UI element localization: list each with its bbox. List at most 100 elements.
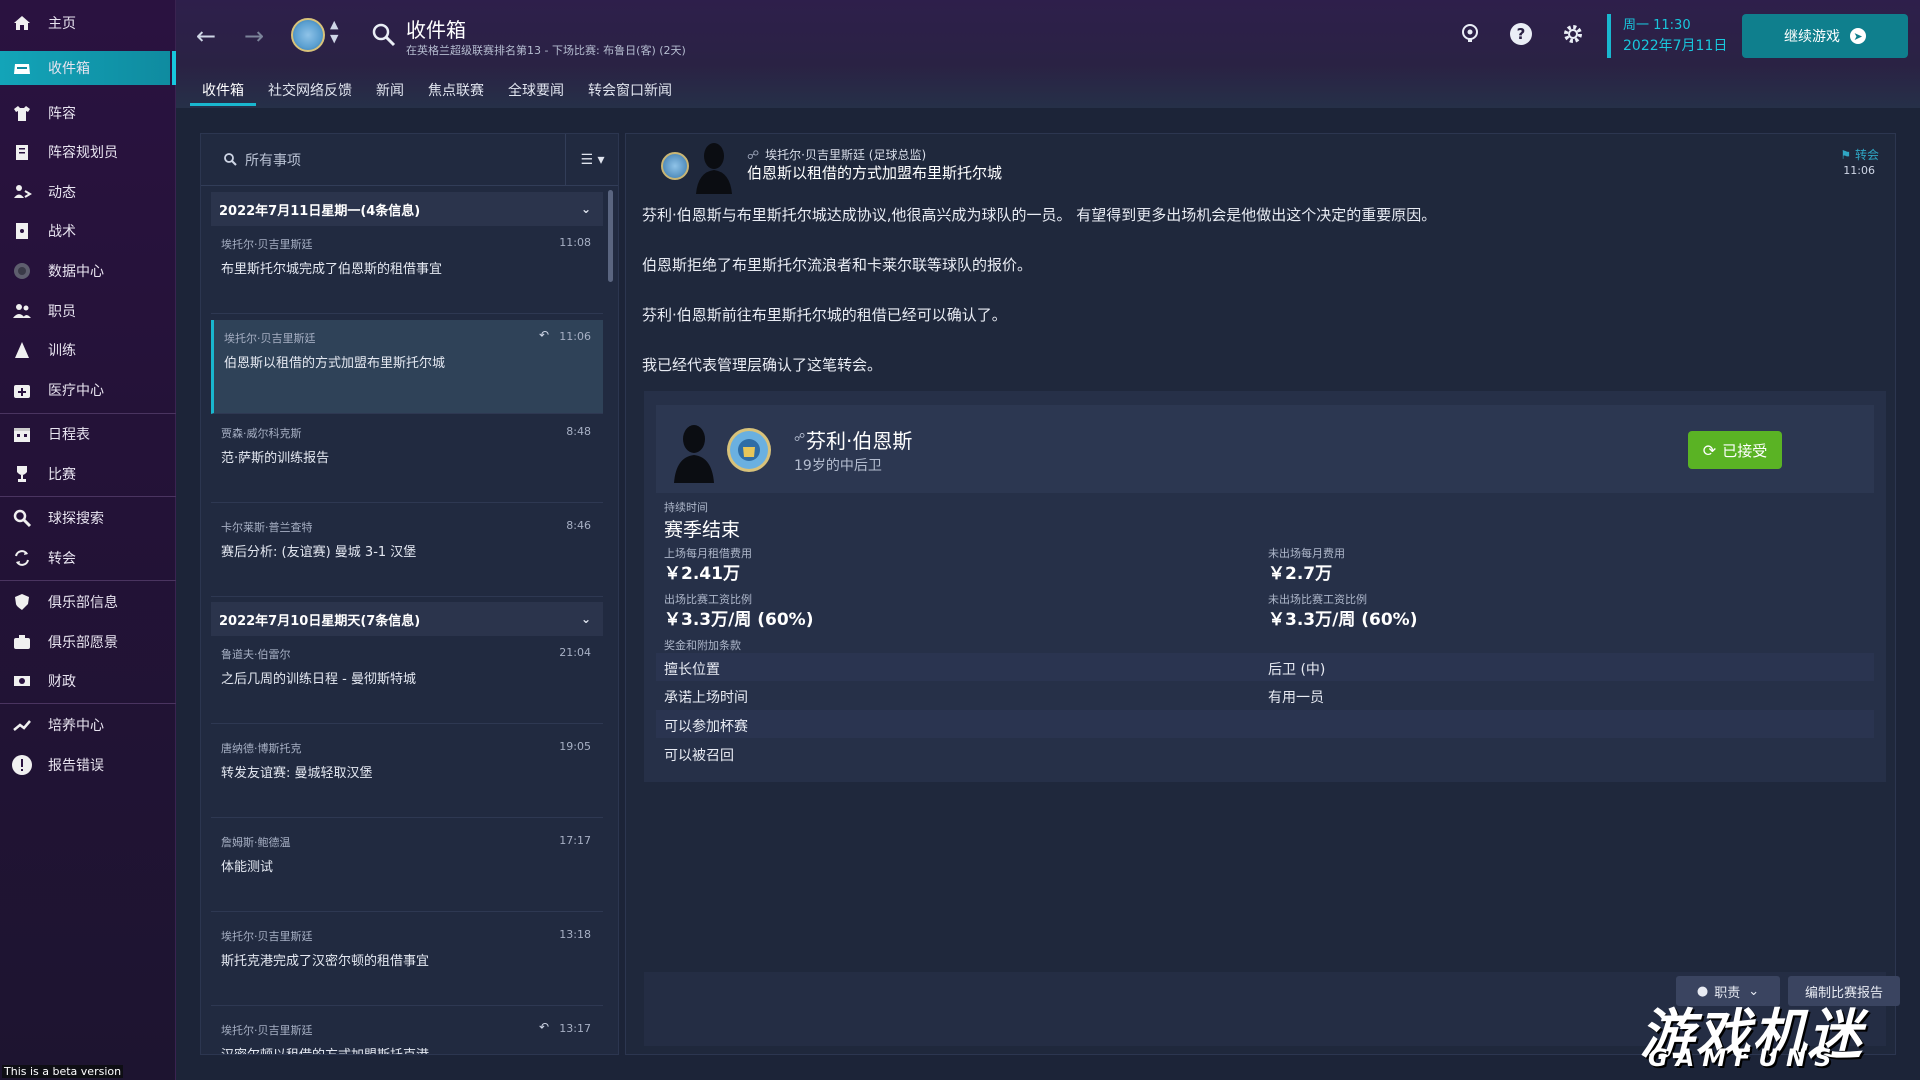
list-item[interactable]: 鲁道夫·伯雷尔 21:04 之后几周的训练日程 - 曼彻斯特城 — [211, 636, 603, 724]
message-time: 11:06 — [559, 330, 591, 343]
player-description: 19岁的中后卫 — [794, 458, 882, 474]
tab-inbox[interactable]: 收件箱 — [190, 76, 256, 106]
wage-value: ￥3.3万/周 (60%) — [664, 610, 814, 630]
message-sender: 卡尔莱斯·普兰查特 — [221, 521, 313, 534]
sidebar-item-label: 转会 — [48, 551, 76, 567]
player-name[interactable]: 芬利·伯恩斯 — [806, 425, 912, 454]
tab-transfer-news[interactable]: 转会窗口新闻 — [576, 76, 684, 106]
sidebar-item-medical[interactable]: 医疗中心 — [0, 373, 176, 407]
list-item-selected[interactable]: 埃托尔·贝吉里斯廷 ↶ 11:06 伯恩斯以租借的方式加盟布里斯托尔城 — [211, 320, 603, 414]
list-menu-button[interactable]: ☰ ▾ — [565, 134, 618, 186]
sidebar-item-label: 阵容规划员 — [48, 145, 118, 161]
sidebar-item-label: 训练 — [48, 343, 76, 359]
inbox-list: 所有事项 ☰ ▾ 2022年7月11日星期一(4条信息) ⌄ 埃托尔·贝吉里斯廷… — [200, 133, 619, 1055]
continue-label: 继续游戏 — [1784, 29, 1840, 45]
message-subject: 伯恩斯以租借的方式加盟布里斯托尔城 — [224, 356, 446, 371]
beta-notice: This is a beta version — [2, 1065, 124, 1078]
sidebar-item-club-vision[interactable]: 俱乐部愿景 — [0, 625, 176, 659]
message-sender: 鲁道夫·伯雷尔 — [221, 648, 291, 661]
list-item[interactable]: 唐纳德·博斯托克 19:05 转发友谊赛: 曼城轻取汉堡 — [211, 730, 603, 818]
accepted-button[interactable]: ⟳ 已接受 — [1688, 431, 1782, 469]
watermark-subtext: GAMFUNS — [1648, 1044, 1840, 1072]
sidebar-item-dynamics[interactable]: 动态 — [0, 175, 176, 209]
list-item[interactable]: 埃托尔·贝吉里斯廷 11:08 布里斯托尔城完成了伯恩斯的租借事宜 — [211, 226, 603, 314]
message-header: ☍ 埃托尔·贝吉里斯廷 (足球总监) 伯恩斯以租借的方式加盟布里斯托尔城 ⚑ 转会… — [626, 134, 1897, 194]
tab-social[interactable]: 社交网络反馈 — [256, 76, 364, 106]
sidebar-item-transfers[interactable]: 转会 — [0, 541, 176, 575]
transfer-tag[interactable]: ⚑ 转会 — [1840, 146, 1879, 163]
sidebar-item-label: 培养中心 — [48, 718, 104, 734]
shield-icon — [10, 590, 34, 614]
sidebar-item-staff[interactable]: 职员 — [0, 294, 176, 328]
sidebar-item-club-info[interactable]: 俱乐部信息 — [0, 585, 176, 619]
sidebar-item-squad[interactable]: 阵容 — [0, 96, 176, 130]
message-sender: 埃托尔·贝吉里斯廷 — [221, 238, 313, 251]
sidebar-item-matches[interactable]: 比赛 — [0, 457, 176, 491]
group-heading: 2022年7月11日星期一(4条信息) — [219, 203, 421, 219]
message-sender-line[interactable]: ☍ 埃托尔·贝吉里斯廷 (足球总监) — [747, 146, 926, 163]
date-group-header[interactable]: 2022年7月10日星期天(7条信息) ⌄ — [211, 602, 603, 636]
tab-focus-league[interactable]: 焦点联赛 — [416, 76, 496, 106]
tab-world-news[interactable]: 全球要闻 — [496, 76, 576, 106]
player-avatar[interactable] — [670, 419, 718, 483]
sidebar-item-scouting[interactable]: 球探搜索 — [0, 501, 176, 535]
message-sender: 詹姆斯·鲍德温 — [221, 836, 291, 849]
message-subject: 体能测试 — [221, 860, 274, 875]
terms-row: 可以参加杯赛 — [656, 710, 1874, 738]
vision-icon — [10, 630, 34, 654]
sidebar-item-training[interactable]: 训练 — [0, 333, 176, 367]
game-date: 周一 11:30 2022年7月11日 — [1607, 14, 1727, 58]
list-item[interactable]: 埃托尔·贝吉里斯廷 13:18 斯托克港完成了汉密尔顿的租借事宜 — [211, 918, 603, 1006]
sidebar-divider — [0, 413, 176, 414]
club-badge[interactable] — [291, 18, 325, 52]
sidebar-item-label: 比赛 — [48, 467, 76, 483]
scrollbar[interactable] — [608, 190, 614, 1050]
sidebar-item-finances[interactable]: 财政 — [0, 664, 176, 698]
date-group-header[interactable]: 2022年7月11日星期一(4条信息) ⌄ — [211, 192, 603, 226]
forward-arrow-icon[interactable]: → — [240, 22, 268, 50]
message-time: 19:05 — [559, 740, 591, 753]
sidebar-item-squad-planner[interactable]: 阵容规划员 — [0, 135, 176, 169]
tactics-icon — [10, 219, 34, 243]
sidebar-item-label: 财政 — [48, 674, 76, 690]
sidebar-item-inbox[interactable]: 收件箱 — [0, 51, 176, 85]
list-item[interactable]: 詹姆斯·鲍德温 17:17 体能测试 — [211, 824, 603, 912]
help-icon[interactable]: ? — [1507, 22, 1535, 50]
list-item[interactable]: 贾森·威尔科克斯 8:48 范·萨斯的训练报告 — [211, 415, 603, 503]
sidebar-item-report-bug[interactable]: 报告错误 — [0, 748, 176, 782]
list-item[interactable]: 埃托尔·贝吉里斯廷 ↶ 13:17 汉密尔顿以租借的方式加盟斯托克港 — [211, 1012, 603, 1054]
sidebar-item-tactics[interactable]: 战术 — [0, 214, 176, 248]
sidebar-item-label: 球探搜索 — [48, 511, 104, 527]
top-bar: ← → ▲ ▼ 收件箱 在英格兰超级联赛排名第13 - 下场比赛: 布鲁日(客) … — [176, 0, 1920, 108]
sidebar-item-development[interactable]: 培养中心 — [0, 708, 176, 742]
terms-row: 擅长位置 后卫 (中) — [656, 653, 1874, 681]
club-switch-icon[interactable]: ▲ ▼ — [330, 18, 338, 46]
player-summary: ☍ 芬利·伯恩斯 19岁的中后卫 ⟳ 已接受 — [656, 405, 1874, 493]
lock-icon: ☍ — [747, 148, 760, 162]
dynamics-icon — [10, 180, 34, 204]
gear-icon[interactable] — [1559, 22, 1587, 50]
tab-news[interactable]: 新闻 — [364, 76, 416, 106]
list-item[interactable]: 卡尔莱斯·普兰查特 8:46 赛后分析: (友谊赛) 曼城 3-1 汉堡 — [211, 509, 603, 597]
sidebar-item-data-center[interactable]: 数据中心 — [0, 254, 176, 288]
man-city-badge[interactable] — [726, 427, 772, 473]
message-sender: 唐纳德·博斯托克 — [221, 742, 302, 755]
sidebar-item-home[interactable]: 主页 — [0, 6, 176, 40]
filter-input[interactable]: 所有事项 — [245, 150, 301, 170]
group-heading: 2022年7月10日星期天(7条信息) — [219, 613, 421, 629]
terms-row: 承诺上场时间 有用一员 — [656, 681, 1874, 709]
loan-terms-card: ☍ 芬利·伯恩斯 19岁的中后卫 ⟳ 已接受 持续时间 赛季结束 上场每月租借费… — [644, 391, 1886, 782]
sidebar-item-schedule[interactable]: 日程表 — [0, 417, 176, 451]
scrollbar-thumb[interactable] — [608, 190, 613, 282]
continue-button[interactable]: 继续游戏 ➤ — [1742, 14, 1908, 58]
message-subject: 范·萨斯的训练报告 — [221, 451, 330, 466]
back-arrow-icon[interactable]: ← — [192, 22, 220, 50]
message-time: 13:18 — [559, 928, 591, 941]
development-icon — [10, 713, 34, 737]
message-subject: 转发友谊赛: 曼城轻取汉堡 — [221, 766, 373, 781]
search-icon[interactable] — [371, 22, 397, 48]
staff-avatar[interactable] — [692, 138, 736, 194]
football-brain-icon[interactable] — [1456, 22, 1484, 50]
message-time: 13:17 — [559, 1022, 591, 1035]
staff-icon — [10, 299, 34, 323]
